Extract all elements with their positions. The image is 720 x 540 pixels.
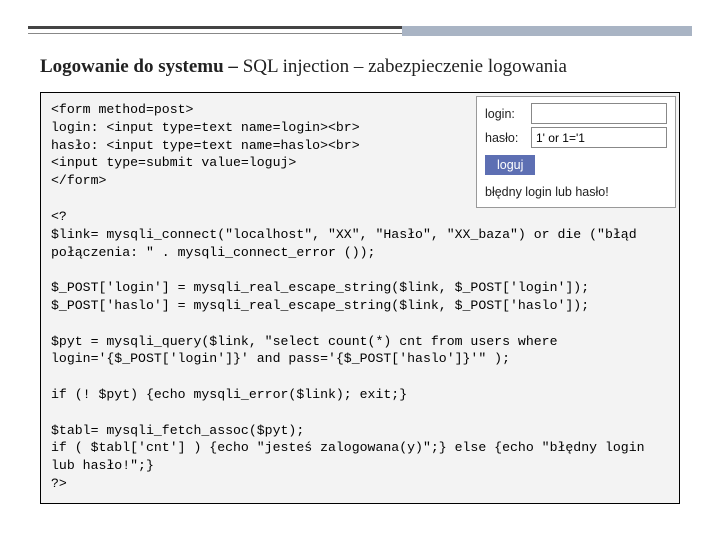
haslo-label: hasło: xyxy=(485,131,525,145)
header-rule xyxy=(28,26,692,34)
login-row: login: xyxy=(485,103,667,124)
haslo-input[interactable] xyxy=(531,127,667,148)
login-input[interactable] xyxy=(531,103,667,124)
heading-rest: SQL injection – zabezpieczenie logowania xyxy=(243,56,567,77)
heading-bold: Logowanie do systemu – xyxy=(40,56,243,77)
slide-heading: Logowanie do systemu – SQL injection – z… xyxy=(40,56,567,78)
error-message: błędny login lub hasło! xyxy=(485,185,667,199)
haslo-row: hasło: xyxy=(485,127,667,148)
login-label: login: xyxy=(485,107,525,121)
submit-button[interactable]: loguj xyxy=(485,155,535,175)
login-form-demo: login: hasło: loguj błędny login lub has… xyxy=(476,96,676,208)
